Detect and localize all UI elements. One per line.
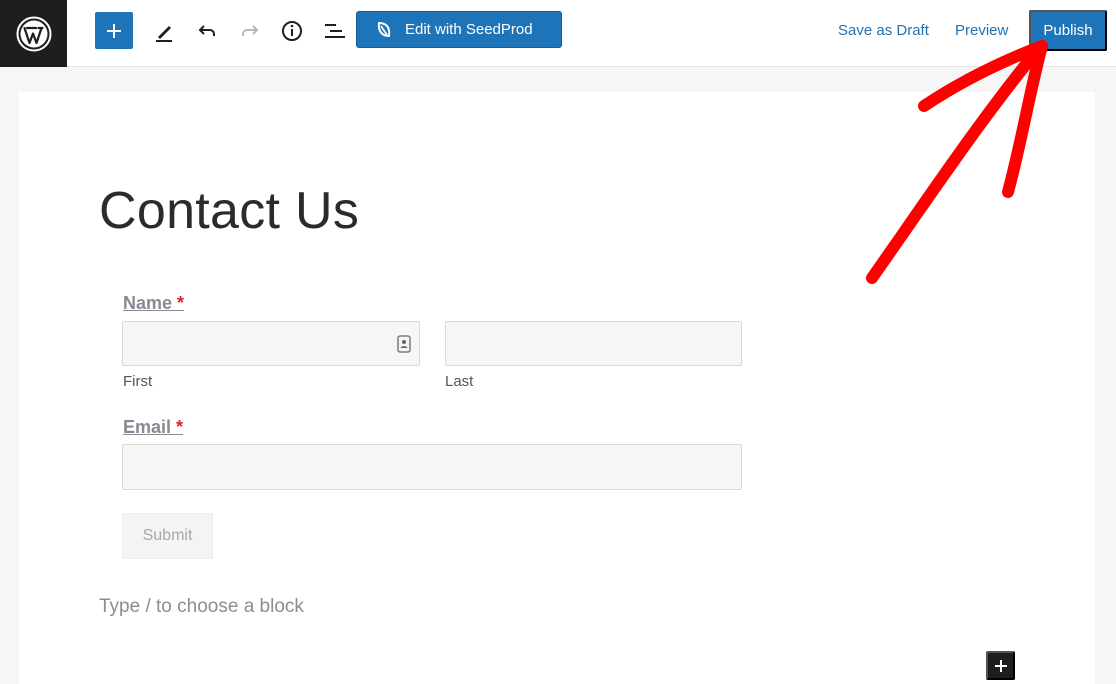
wordpress-logo-svg [16,16,51,51]
list-view-button[interactable] [320,15,350,47]
email-label-text: Email [123,417,172,437]
tools-button[interactable] [150,15,178,47]
page-title[interactable]: Contact Us [99,181,359,241]
edit-with-seedprod-button[interactable]: Edit with SeedProd [356,11,562,48]
info-icon [282,21,302,41]
first-sublabel: First [123,373,153,390]
last-name-input[interactable] [445,321,742,366]
plus-icon [107,23,121,38]
details-button[interactable] [277,15,307,47]
default-block-appender[interactable]: Type / to choose a block [99,596,304,618]
save-draft-button[interactable]: Save as Draft [838,22,929,39]
contact-card-icon[interactable] [397,335,411,353]
email-required-mark: * [176,417,184,437]
first-name-input[interactable] [122,321,420,366]
last-sublabel: Last [445,373,474,390]
undo-button[interactable] [193,15,221,47]
plus-icon [994,659,1007,672]
editor-header: Edit with SeedProd Save as Draft Preview… [0,0,1116,67]
submit-button[interactable]: Submit [122,513,213,559]
pencil-icon [156,26,172,42]
seedprod-leaf-icon [377,21,391,37]
redo-icon [242,25,259,36]
name-field-label: Name * [123,293,184,314]
name-required-mark: * [177,293,185,313]
seedprod-button-label: Edit with SeedProd [405,21,533,38]
name-label-text: Name [123,293,173,313]
preview-button[interactable]: Preview [955,22,1008,39]
list-view-icon [325,24,345,38]
wordpress-logo-icon[interactable] [0,0,67,67]
undo-icon [198,25,215,36]
redo-button[interactable] [236,15,264,47]
email-input[interactable] [122,444,742,490]
block-inserter-toggle-button[interactable] [95,12,133,49]
email-field-label: Email * [123,417,183,438]
publish-button[interactable]: Publish [1029,10,1107,51]
block-inserter-button[interactable] [986,651,1015,680]
